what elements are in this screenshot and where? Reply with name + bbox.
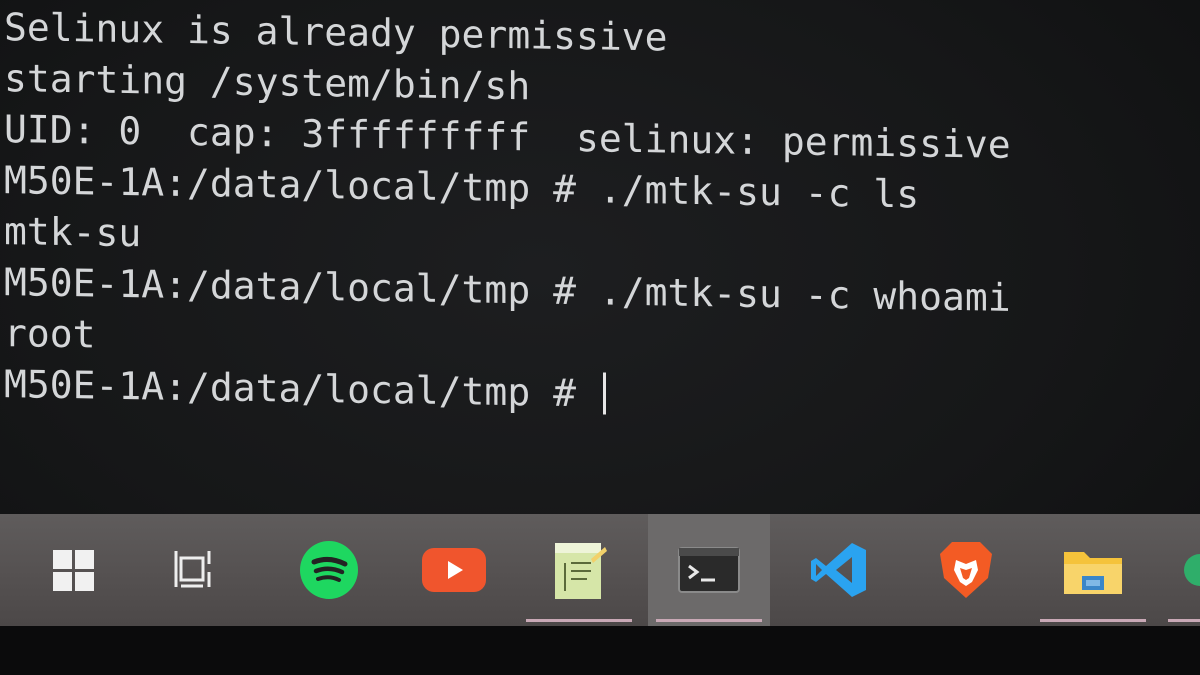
- app-button[interactable]: [1164, 514, 1200, 626]
- running-indicator: [1168, 619, 1200, 622]
- screen: Selinux is already permissive starting /…: [0, 0, 1200, 675]
- file-explorer-icon: [1064, 552, 1122, 594]
- running-indicator: [656, 619, 762, 622]
- terminal-icon: [678, 547, 740, 593]
- notepad-button[interactable]: [518, 514, 640, 626]
- running-indicator: [526, 619, 632, 622]
- app-icon: [1184, 554, 1200, 586]
- terminal-button[interactable]: [648, 514, 770, 626]
- youtube-icon: [422, 548, 486, 592]
- task-view-button[interactable]: [134, 514, 256, 626]
- taskbar: [0, 514, 1200, 626]
- spotify-icon: [300, 541, 358, 599]
- brave-icon: [940, 542, 992, 598]
- notepad-icon: [555, 543, 607, 599]
- terminal-prompt: M50E-1A:/data/local/tmp #: [4, 362, 599, 416]
- task-view-icon: [174, 551, 211, 588]
- file-explorer-button[interactable]: [1032, 514, 1154, 626]
- vscode-icon: [811, 543, 866, 597]
- terminal-window[interactable]: Selinux is already permissive starting /…: [0, 0, 1200, 531]
- start-button[interactable]: [12, 514, 134, 626]
- vscode-button[interactable]: [778, 514, 900, 626]
- spotify-button[interactable]: [268, 514, 390, 626]
- text-cursor: [602, 372, 606, 415]
- youtube-button[interactable]: [393, 514, 515, 626]
- windows-start-icon: [53, 550, 94, 591]
- brave-button[interactable]: [905, 514, 1027, 626]
- monitor-bezel: [0, 626, 1200, 675]
- running-indicator: [1040, 619, 1146, 622]
